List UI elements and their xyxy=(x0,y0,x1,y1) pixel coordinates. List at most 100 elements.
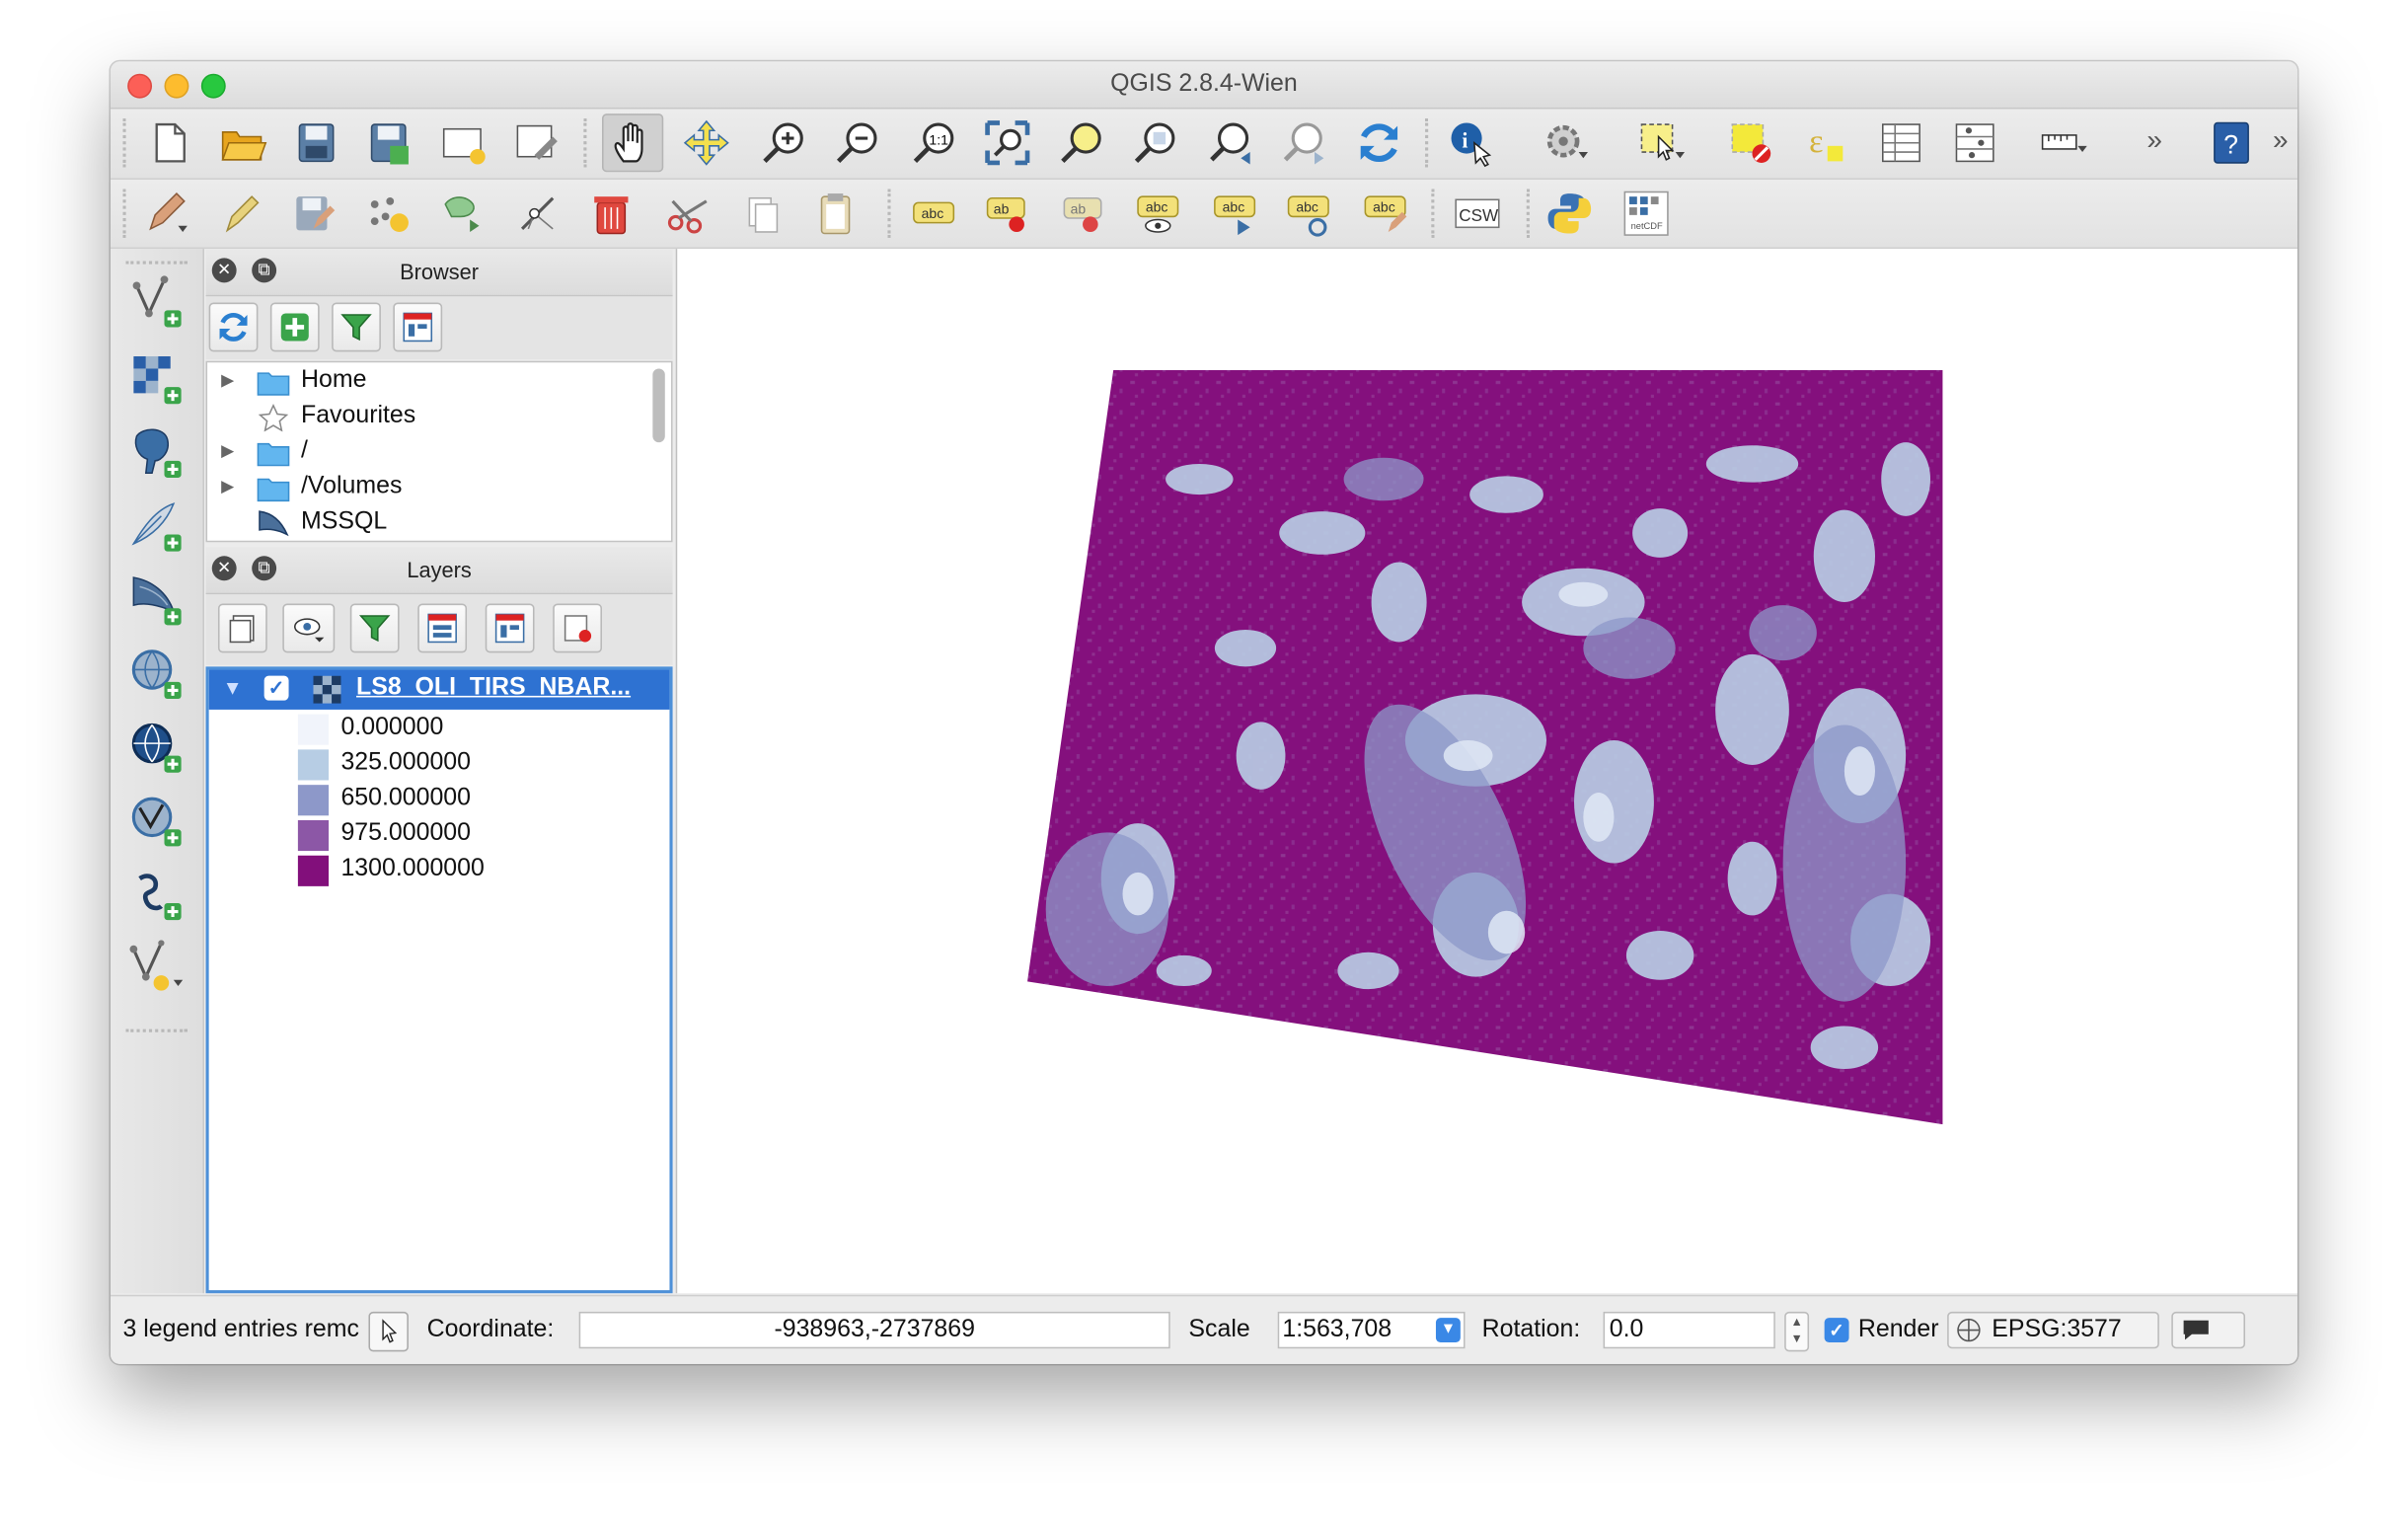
filter-icon[interactable] xyxy=(332,302,381,352)
zoom-to-layer-icon[interactable] xyxy=(1124,114,1185,172)
zoom-out-icon[interactable] xyxy=(826,114,887,172)
filter-legend-icon[interactable] xyxy=(349,603,400,653)
refresh-icon[interactable] xyxy=(1348,114,1409,172)
remove-layer-icon[interactable] xyxy=(553,603,602,653)
layer-visibility-checkbox[interactable]: ✓ xyxy=(263,675,289,701)
copy-features-icon[interactable] xyxy=(731,185,792,243)
select-features-icon[interactable] xyxy=(1631,114,1693,172)
expand-all-icon[interactable] xyxy=(417,603,468,653)
collapse-arrow-icon[interactable]: ▼ xyxy=(223,676,243,699)
toggle-editing-icon[interactable] xyxy=(135,185,196,243)
node-tool-icon[interactable] xyxy=(507,185,568,243)
statistics-icon[interactable] xyxy=(1944,114,2005,172)
zoom-in-icon[interactable] xyxy=(752,114,813,172)
browser-item-root[interactable]: ▶ / xyxy=(207,436,652,472)
toolbar-grip[interactable] xyxy=(887,189,895,239)
map-canvas[interactable] xyxy=(675,249,2297,1294)
add-selected-layers-icon[interactable] xyxy=(269,302,320,352)
label-layer-icon[interactable]: abc xyxy=(903,185,964,243)
new-project-icon[interactable] xyxy=(138,114,199,172)
browser-item-volumes[interactable]: ▶ /Volumes xyxy=(207,472,652,507)
open-project-icon[interactable] xyxy=(212,114,273,172)
rotate-label-icon[interactable]: abc xyxy=(1278,185,1339,243)
crs-button[interactable]: EPSG:3577 xyxy=(1947,1311,2159,1349)
move-label-icon[interactable]: abc xyxy=(1204,185,1265,243)
zoom-last-icon[interactable] xyxy=(1201,114,1262,172)
composer-manager-icon[interactable] xyxy=(507,114,568,172)
browser-tree[interactable]: ▶ Home Favourites ▶ / ▶ /Volumes MSSQL xyxy=(205,360,673,543)
scale-combobox[interactable]: 1:563,708 ▼ xyxy=(1277,1311,1466,1349)
csw-icon[interactable]: CSW xyxy=(1447,185,1508,243)
open-layer-styling-icon[interactable] xyxy=(217,603,267,653)
expand-arrow-icon[interactable]: ▶ xyxy=(221,441,234,461)
refresh-icon[interactable] xyxy=(208,302,259,352)
new-print-composer-icon[interactable] xyxy=(433,114,494,172)
add-postgis-layer-icon[interactable] xyxy=(122,420,189,485)
add-delimited-text-layer-icon[interactable] xyxy=(122,864,189,928)
change-label-icon[interactable]: abc xyxy=(1354,185,1415,243)
paste-features-icon[interactable] xyxy=(804,185,865,243)
messages-button[interactable] xyxy=(2171,1311,2246,1349)
layers-tree[interactable]: ▼ ✓ LS8_OLI_TIRS_NBAR... 0.000000 325.00… xyxy=(205,666,673,1294)
python-icon[interactable] xyxy=(1539,185,1600,243)
expand-arrow-icon[interactable]: ▶ xyxy=(221,476,234,496)
toolbar-grip[interactable] xyxy=(583,117,591,168)
add-mssql-layer-icon[interactable] xyxy=(122,569,189,633)
browser-scrollbar[interactable] xyxy=(652,368,665,443)
toolbar-grip[interactable] xyxy=(1425,117,1433,168)
identify-icon[interactable]: i xyxy=(1441,114,1502,172)
layer-row-ls8[interactable]: ▼ ✓ LS8_OLI_TIRS_NBAR... xyxy=(208,669,670,710)
toolbar-grip[interactable] xyxy=(122,189,130,239)
add-spatialite-layer-icon[interactable] xyxy=(122,495,189,559)
pan-to-selection-icon[interactable] xyxy=(676,114,737,172)
field-calculator-icon[interactable]: ε xyxy=(1794,114,1855,172)
toolbar-grip[interactable] xyxy=(1526,189,1535,239)
zoom-to-selection-icon[interactable] xyxy=(1050,114,1111,172)
add-wms-layer-icon[interactable] xyxy=(122,642,189,706)
show-hide-labels-icon[interactable]: abc xyxy=(1127,185,1188,243)
overflow-chevron-icon[interactable]: » xyxy=(2146,124,2162,157)
browser-item-favourites[interactable]: Favourites xyxy=(207,401,652,436)
toolbar-grip[interactable] xyxy=(1431,189,1439,239)
cut-features-icon[interactable] xyxy=(657,185,718,243)
current-edits-icon[interactable] xyxy=(209,185,270,243)
save-edits-icon[interactable] xyxy=(282,185,343,243)
coordinate-field[interactable]: -938963,-2737869 xyxy=(578,1311,1170,1349)
rotation-stepper[interactable]: ▲ ▼ xyxy=(1784,1311,1810,1352)
rotation-field[interactable]: 0.0 xyxy=(1603,1311,1775,1349)
netcdf-icon[interactable]: netCDF xyxy=(1616,185,1677,243)
add-wfs-layer-icon[interactable] xyxy=(122,790,189,854)
toggle-extents-button[interactable] xyxy=(368,1311,409,1352)
add-vector-layer-icon[interactable] xyxy=(122,270,189,335)
add-feature-icon[interactable] xyxy=(356,185,417,243)
save-project-icon[interactable] xyxy=(285,114,346,172)
browser-item-mssql[interactable]: MSSQL xyxy=(207,507,652,541)
pan-hand-icon[interactable] xyxy=(601,114,664,173)
delete-selected-icon[interactable] xyxy=(580,185,641,243)
manage-visibility-icon[interactable] xyxy=(282,603,336,653)
collapse-all-icon[interactable] xyxy=(485,603,535,653)
browser-item-home[interactable]: ▶ Home xyxy=(207,365,652,401)
toolbar-grip[interactable] xyxy=(122,117,130,168)
zoom-next-icon[interactable] xyxy=(1275,114,1336,172)
add-wcs-layer-icon[interactable] xyxy=(122,716,189,780)
toolbar-grip[interactable] xyxy=(125,1029,188,1035)
expand-arrow-icon[interactable]: ▶ xyxy=(221,370,234,391)
move-feature-icon[interactable] xyxy=(433,185,494,243)
raster-map[interactable] xyxy=(677,249,2297,1293)
render-checkbox[interactable]: ✓ xyxy=(1824,1318,1849,1343)
zoom-actual-size-icon[interactable]: 1:1 xyxy=(903,114,964,172)
attribute-table-icon[interactable] xyxy=(1870,114,1931,172)
add-raster-layer-icon[interactable] xyxy=(122,347,189,412)
overflow-chevron-icon[interactable]: » xyxy=(2273,124,2289,157)
deselect-icon[interactable] xyxy=(1720,114,1781,172)
highlight-pinned-labels-icon[interactable]: ab xyxy=(1053,185,1114,243)
help-icon[interactable]: ? xyxy=(2199,114,2260,172)
chevron-down-icon[interactable]: ▼ xyxy=(1435,1318,1461,1343)
pin-labels-icon[interactable]: ab xyxy=(977,185,1038,243)
toolbar-grip[interactable] xyxy=(125,261,188,267)
measure-icon[interactable] xyxy=(2033,114,2094,172)
save-as-icon[interactable] xyxy=(359,114,420,172)
action-gear-icon[interactable] xyxy=(1536,114,1597,172)
zoom-full-icon[interactable] xyxy=(977,114,1038,172)
